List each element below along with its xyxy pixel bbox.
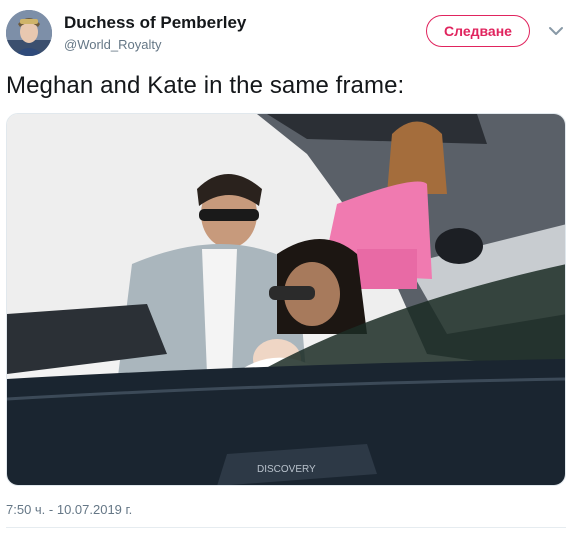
chevron-down-icon[interactable] — [548, 24, 564, 36]
follow-button[interactable]: Следване — [426, 15, 530, 47]
avatar[interactable] — [6, 10, 52, 56]
tweet-text: Meghan and Kate in the same frame: — [6, 72, 405, 99]
tweet-photo[interactable]: DISCOVERY — [6, 113, 566, 486]
user-handle[interactable]: @World_Royalty — [64, 37, 162, 52]
display-name[interactable]: Duchess of Pemberley — [64, 13, 246, 33]
tweet-header: Duchess of Pemberley @World_Royalty След… — [0, 0, 586, 70]
timestamp[interactable]: 7:50 ч. - 10.07.2019 г. — [6, 502, 132, 517]
divider — [6, 527, 566, 528]
car-badge: DISCOVERY — [257, 464, 316, 475]
